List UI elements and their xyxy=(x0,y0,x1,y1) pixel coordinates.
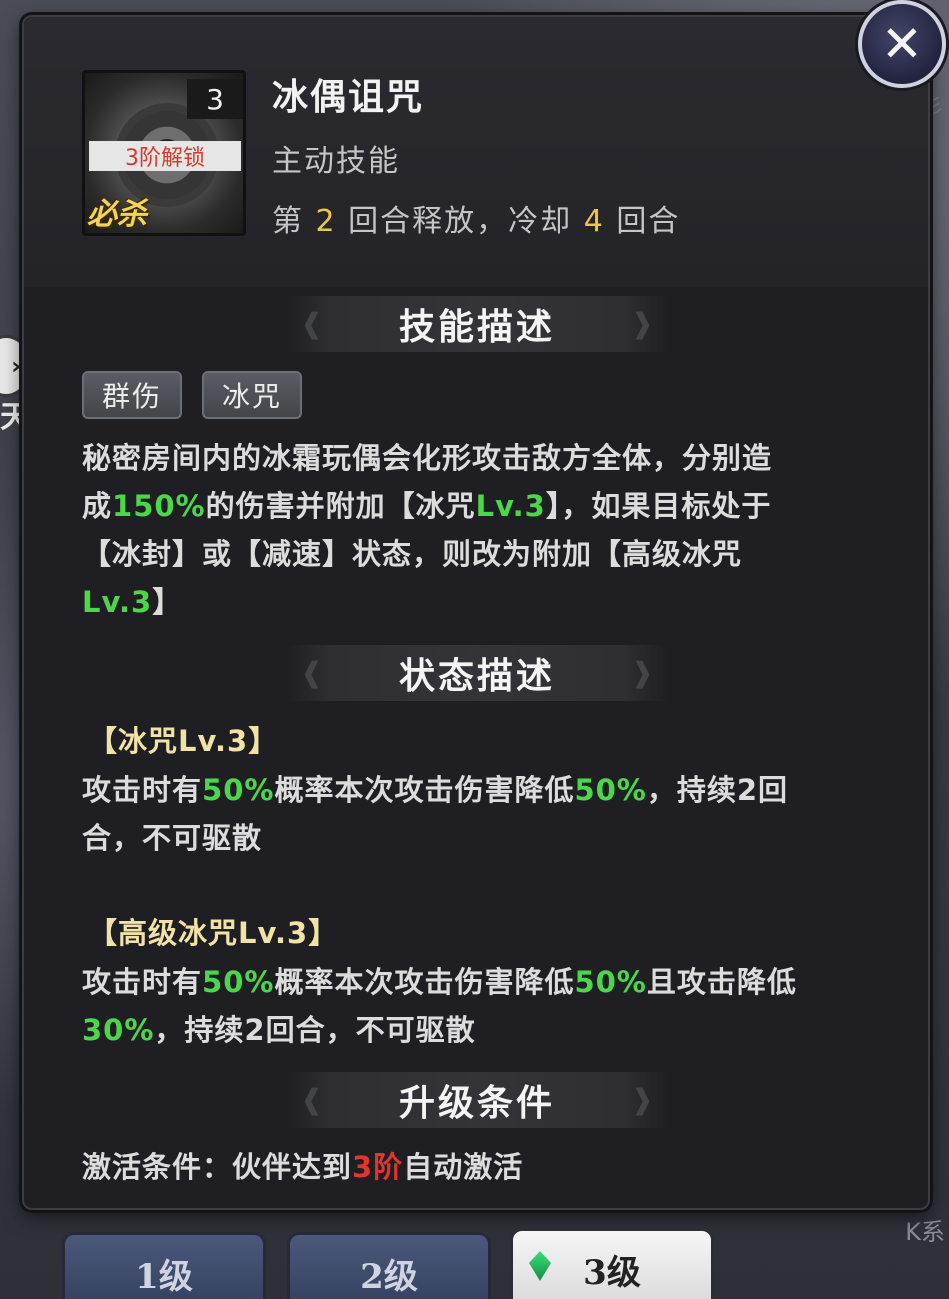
section-title: 状态描述 xyxy=(398,656,555,697)
skill-timing: 第 2 回合释放，冷却 4 回合 xyxy=(272,204,681,239)
ornament-icon: ❰ xyxy=(300,656,324,689)
status-description-advanced-ice-curse: 攻击时有50%概率本次攻击伤害降低50%且攻击降低 30%，持续2回合，不可驱散 xyxy=(82,965,797,1047)
tab-level-3-label: 3级 xyxy=(583,1253,641,1293)
ultimate-tag: 必杀 xyxy=(87,197,147,232)
skill-icon: 3 3阶解锁 必杀 xyxy=(82,70,246,236)
unlock-banner: 3阶解锁 xyxy=(89,141,241,171)
ornament-icon: ❰ xyxy=(300,307,324,340)
gem-icon xyxy=(529,1251,551,1281)
arrow-icon: › xyxy=(11,352,21,380)
tab-level-3[interactable]: 3级 xyxy=(510,1228,714,1299)
tag-ice-curse: 冰咒 xyxy=(202,371,302,419)
section-status-description: ❰ ❱ 状态描述 xyxy=(286,637,668,709)
skill-type: 主动技能 xyxy=(272,144,400,179)
section-title: 技能描述 xyxy=(398,307,555,348)
release-round: 2 xyxy=(315,204,337,239)
ornament-icon: ❰ xyxy=(300,1083,324,1116)
status-description-ice-curse: 攻击时有50%概率本次攻击伤害降低50%，持续2回 合，不可驱散 xyxy=(82,773,789,855)
status-title-ice-curse: 【冰咒Lv.3】 xyxy=(88,724,279,758)
skill-level-badge: 3 xyxy=(187,79,243,119)
section-title: 升级条件 xyxy=(398,1083,555,1124)
skill-description: 秘密房间内的冰霜玩偶会化形攻击敌方全体，分别造 成150%的伤害并附加【冰咒Lv… xyxy=(82,441,773,619)
close-icon: ✕ xyxy=(881,15,923,73)
close-button[interactable]: ✕ xyxy=(858,0,946,88)
tag-aoe: 群伤 xyxy=(82,371,182,419)
section-skill-description: ❰ ❱ 技能描述 xyxy=(286,288,668,360)
tab-level-1[interactable]: 1级 xyxy=(62,1232,266,1299)
skill-name: 冰偶诅咒 xyxy=(272,77,425,118)
ornament-icon: ❱ xyxy=(630,1083,654,1116)
background-label-bottom: K系 xyxy=(905,1218,945,1246)
tab-level-2[interactable]: 2级 xyxy=(287,1232,491,1299)
section-upgrade-conditions: ❰ ❱ 升级条件 xyxy=(286,1064,668,1136)
status-title-advanced-ice-curse: 【高级冰咒Lv.3】 xyxy=(88,916,339,950)
activation-condition: 激活条件：伙伴达到3阶自动激活 xyxy=(82,1150,524,1184)
ornament-icon: ❱ xyxy=(630,656,654,689)
cooldown-rounds: 4 xyxy=(583,204,605,239)
ornament-icon: ❱ xyxy=(630,307,654,340)
